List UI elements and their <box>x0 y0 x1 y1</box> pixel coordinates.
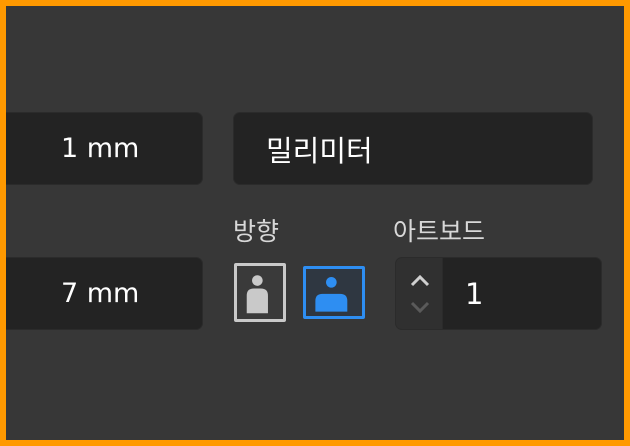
chevron-down-icon[interactable] <box>408 298 432 318</box>
width-input[interactable]: 1 mm <box>6 112 203 185</box>
artboards-stepper <box>395 257 443 330</box>
artboards-input[interactable]: 1 <box>442 257 602 330</box>
document-setup-panel: 1 mm 밀리미터 방향 아트보드 7 mm 1 <box>6 6 624 440</box>
units-dropdown[interactable]: 밀리미터 <box>233 112 593 185</box>
landscape-orientation-button[interactable] <box>303 266 365 319</box>
landscape-person-icon <box>315 276 348 312</box>
portrait-orientation-button[interactable] <box>234 263 286 322</box>
units-value: 밀리미터 <box>266 133 373 168</box>
artboards-label: 아트보드 <box>393 217 486 246</box>
portrait-person-icon <box>246 275 268 314</box>
width-value: 1 mm <box>61 133 140 164</box>
orientation-label: 방향 <box>233 217 280 246</box>
height-input[interactable]: 7 mm <box>6 257 203 330</box>
artboards-value: 1 <box>465 276 484 311</box>
height-value: 7 mm <box>61 278 140 309</box>
chevron-up-icon[interactable] <box>408 270 432 290</box>
